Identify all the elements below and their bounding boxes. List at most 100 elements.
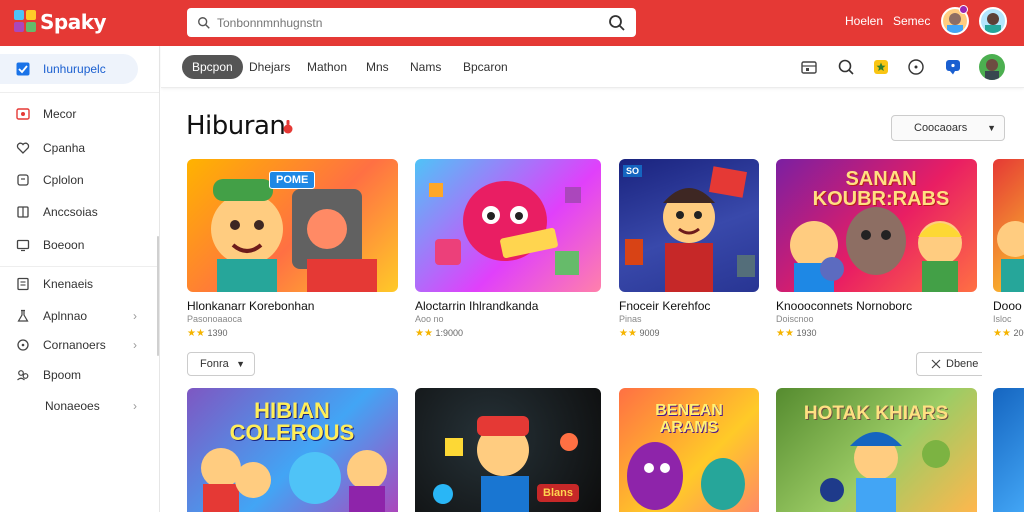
- sidebar-item-9[interactable]: Nonaeoes ›: [0, 391, 160, 421]
- fire-icon: [283, 120, 293, 134]
- app-logo[interactable]: Spaky: [14, 7, 107, 37]
- sidebar-item-label: Cplolon: [43, 173, 84, 187]
- sidebar: Iunhurupelc Mecor Cpanha Cplolon Anccsoi…: [0, 46, 160, 512]
- chevron-down-icon: ▼: [987, 123, 996, 133]
- game-thumbnail[interactable]: POME: [187, 159, 398, 292]
- game-thumbnail[interactable]: [993, 159, 1024, 292]
- sidebar-item-label: Anccsoias: [43, 205, 98, 219]
- tab-2[interactable]: Mathon: [297, 55, 357, 79]
- sidebar-item-label: Knenaeis: [43, 277, 94, 291]
- search-bar[interactable]: [187, 8, 636, 37]
- book-icon: [17, 277, 29, 291]
- card-subtitle: Aoo no: [415, 314, 444, 324]
- card-badge: SO: [623, 165, 643, 177]
- game-thumbnail[interactable]: BENEAN ARAMS: [619, 388, 759, 512]
- sidebar-item-label: Iunhurupelc: [43, 62, 106, 76]
- filter-dropdown[interactable]: Fonra ▼: [187, 352, 255, 376]
- search-input[interactable]: [217, 15, 608, 30]
- calendar-icon[interactable]: [800, 58, 818, 76]
- game-thumbnail[interactable]: [993, 388, 1024, 512]
- flask-icon: [17, 309, 29, 322]
- sidebar-item-label: Boeoon: [43, 238, 85, 252]
- card-subtitle: Isloc: [993, 314, 1012, 324]
- sidebar-item-label: Cornanoers: [43, 338, 106, 352]
- card-title: Knoooconnets Nornoborc: [776, 299, 913, 313]
- game-thumbnail[interactable]: [415, 159, 601, 292]
- app-name: Spaky: [40, 10, 107, 34]
- card-title: Hlonkanarr Korebonhan: [187, 299, 315, 313]
- card-badge: BENEAN ARAMS: [655, 402, 723, 436]
- sidebar-item-label: Nonaeoes: [45, 399, 100, 413]
- notification-dot: [959, 5, 968, 14]
- divider: [0, 266, 159, 267]
- rating-count: 1390: [207, 328, 228, 338]
- mail-icon: [16, 108, 30, 120]
- game-thumbnail[interactable]: SANAN KOUBR:RABS: [776, 159, 977, 292]
- card-rating: ★★ 200: [993, 328, 1024, 339]
- star-icon: ★★: [187, 328, 205, 339]
- checkbox-icon: [16, 62, 30, 76]
- sidebar-item-1[interactable]: Cpanha: [0, 133, 160, 163]
- sidebar-item-8[interactable]: Bpoom: [0, 360, 160, 390]
- tab-3[interactable]: Mns: [356, 55, 399, 79]
- top-link-2[interactable]: Semec: [893, 14, 930, 28]
- sidebar-item-0[interactable]: Mecor: [0, 99, 160, 129]
- circle-icon: [17, 339, 29, 351]
- card-badge: HIBIAN COLEROUS: [229, 398, 355, 445]
- sidebar-item-active[interactable]: Iunhurupelc: [0, 54, 138, 84]
- search-icon: [198, 16, 210, 29]
- profile-avatar[interactable]: [979, 54, 1005, 80]
- sidebar-item-label: Bpoom: [43, 368, 82, 382]
- tab-4[interactable]: Nams: [400, 55, 451, 79]
- card-badge: POME: [269, 171, 316, 189]
- star-icon: ★★: [619, 328, 637, 339]
- game-thumbnail[interactable]: HOTAK KHIARS: [776, 388, 977, 512]
- card-title: Fnoceir Kerehfoc: [619, 299, 711, 313]
- star-icon: ★★: [776, 328, 794, 339]
- card-rating: ★★ 1390: [187, 328, 227, 339]
- sidebar-item-label: Aplnnao: [43, 309, 88, 323]
- game-thumbnail[interactable]: Blans: [415, 388, 601, 512]
- tabs-bar: Bpcpon Dhejars Mathon Mns Nams Bpcaron: [161, 46, 1024, 88]
- heart-icon: [16, 142, 30, 154]
- cart-icon: [17, 174, 29, 186]
- star-icon: ★★: [415, 328, 433, 339]
- card-subtitle: Pinas: [619, 314, 642, 324]
- help-circle-icon[interactable]: [907, 58, 925, 76]
- game-thumbnail[interactable]: HIBIAN COLEROUS: [187, 388, 398, 512]
- search-icon[interactable]: [837, 58, 855, 76]
- game-thumbnail[interactable]: SO: [619, 159, 759, 292]
- card-badge: HOTAK KHIARS: [803, 403, 949, 424]
- sidebar-item-2[interactable]: Cplolon: [0, 165, 160, 195]
- sidebar-scrollbar[interactable]: [157, 236, 159, 356]
- sidebar-item-7[interactable]: Cornanoers ›: [0, 330, 160, 360]
- sidebar-item-6[interactable]: Aplnnao ›: [0, 301, 160, 331]
- sidebar-item-5[interactable]: Knenaeis: [0, 269, 160, 299]
- view-toggle-button[interactable]: Dbene: [916, 352, 982, 376]
- top-link-1[interactable]: Hoelen: [845, 14, 883, 28]
- card-rating: ★★ 9009: [619, 328, 659, 339]
- tv-icon: [16, 239, 30, 252]
- rating-count: 1930: [796, 328, 817, 338]
- card-badge: SANAN KOUBR:RABS: [812, 168, 950, 210]
- sort-dropdown[interactable]: Coocaoars ▼: [891, 115, 1005, 141]
- top-bar: Spaky Hoelen Semec: [0, 0, 1024, 46]
- sidebar-item-label: Mecor: [43, 107, 77, 121]
- star-badge-icon[interactable]: [872, 58, 890, 76]
- sidebar-item-3[interactable]: Anccsoias: [0, 197, 160, 227]
- search-submit-icon[interactable]: [608, 14, 626, 32]
- page-title: Hiburan: [186, 111, 286, 141]
- card-rating: ★★ 1:9000: [415, 328, 463, 339]
- chevron-down-icon: ▼: [236, 359, 245, 369]
- chevron-right-icon: ›: [133, 399, 137, 413]
- star-icon: ★★: [993, 328, 1011, 339]
- tab-1[interactable]: Dhejars: [239, 55, 300, 79]
- tab-0[interactable]: Bpcpon: [182, 55, 243, 79]
- card-badge: Blans: [537, 484, 579, 502]
- sidebar-item-4[interactable]: Boeoon: [0, 230, 160, 260]
- chat-icon[interactable]: [944, 58, 962, 76]
- card-subtitle: Pasonoaaoca: [187, 314, 243, 324]
- tab-5[interactable]: Bpcaron: [453, 55, 518, 79]
- divider: [0, 92, 159, 93]
- user-avatar[interactable]: [979, 7, 1007, 35]
